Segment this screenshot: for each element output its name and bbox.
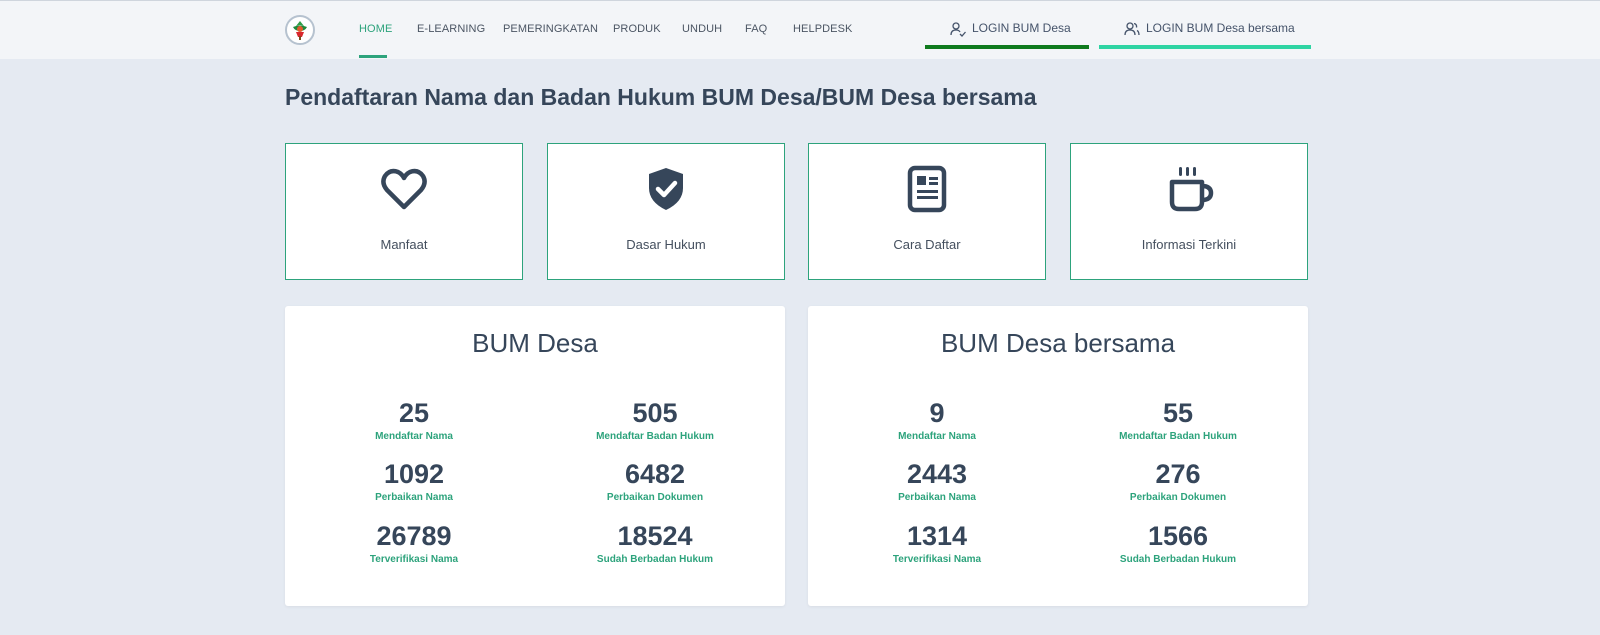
stat-label: Mendaftar Nama — [898, 431, 976, 442]
feature-card-manfaat[interactable]: Manfaat — [285, 143, 523, 280]
feature-label: Informasi Terkini — [1141, 237, 1237, 252]
users-icon — [1124, 22, 1140, 36]
login-bum-desa-bersama-bar — [1099, 45, 1311, 49]
stat-value: 1314 — [906, 521, 968, 551]
stat-terverifikasi-nama: 1314 Terverifikasi Nama — [837, 521, 1037, 565]
stat-value: 18524 — [617, 521, 693, 551]
stat-value: 1566 — [1147, 521, 1209, 551]
coffee-cup-icon — [1169, 167, 1214, 212]
stat-label: Perbaikan Dokumen — [1129, 492, 1227, 503]
heart-icon — [381, 168, 427, 210]
nav-helpdesk[interactable]: HELPDESK — [793, 23, 853, 35]
stat-label: Terverifikasi Nama — [892, 554, 982, 565]
login-bum-desa-bar — [925, 45, 1089, 49]
stat-perbaikan-dokumen: 276 Perbaikan Dokumen — [1078, 459, 1278, 503]
feature-card-cara-daftar[interactable]: Cara Daftar — [808, 143, 1046, 280]
stat-mendaftar-nama: 25 Mendaftar Nama — [314, 398, 514, 442]
stat-value: 276 — [1155, 459, 1201, 489]
nav-pemeringkatan[interactable]: PEMERINGKATAN — [503, 23, 598, 35]
stat-mendaftar-nama: 9 Mendaftar Nama — [837, 398, 1037, 442]
stat-label: Terverifikasi Nama — [369, 554, 459, 565]
page-title: Pendaftaran Nama dan Badan Hukum BUM Des… — [285, 84, 1037, 110]
login-bum-desa-label: LOGIN BUM Desa — [972, 21, 1071, 35]
stat-value: 9 — [929, 398, 945, 428]
nav-unduh[interactable]: UNDUH — [682, 23, 722, 35]
logo-emblem-icon — [288, 18, 312, 42]
stat-mendaftar-badan-hukum: 505 Mendaftar Badan Hukum — [555, 398, 755, 442]
panel-title: BUM Desa — [472, 328, 598, 358]
stat-value: 1092 — [383, 459, 445, 489]
stat-sudah-berbadan-hukum: 1566 Sudah Berbadan Hukum — [1078, 521, 1278, 565]
nav-produk[interactable]: PRODUK — [613, 23, 661, 35]
stat-value: 55 — [1162, 398, 1194, 428]
stat-terverifikasi-nama: 26789 Terverifikasi Nama — [314, 521, 514, 565]
stat-label: Sudah Berbadan Hukum — [1119, 554, 1237, 565]
feature-card-informasi-terkini[interactable]: Informasi Terkini — [1070, 143, 1308, 280]
stat-mendaftar-badan-hukum: 55 Mendaftar Badan Hukum — [1078, 398, 1278, 442]
stat-value: 505 — [632, 398, 678, 428]
login-bum-desa-bersama-button[interactable]: LOGIN BUM Desa bersama — [1099, 13, 1311, 49]
logo[interactable] — [285, 15, 315, 45]
stat-label: Perbaikan Nama — [898, 492, 976, 503]
stat-value: 2443 — [906, 459, 968, 489]
login-bum-desa-bersama-label: LOGIN BUM Desa bersama — [1146, 21, 1295, 35]
stat-label: Perbaikan Nama — [375, 492, 453, 503]
login-bum-desa-button[interactable]: LOGIN BUM Desa — [925, 13, 1089, 49]
panel-title: BUM Desa bersama — [940, 328, 1176, 358]
nav-e-learning[interactable]: E-LEARNING — [417, 23, 485, 35]
document-icon — [907, 165, 947, 213]
stat-perbaikan-nama: 1092 Perbaikan Nama — [314, 459, 514, 503]
stat-value: 25 — [398, 398, 430, 428]
feature-label: Dasar Hukum — [626, 237, 706, 252]
stat-value: 26789 — [376, 521, 452, 551]
top-navbar: HOME E-LEARNING PEMERINGKATAN PRODUK UND… — [0, 0, 1600, 59]
stat-perbaikan-nama: 2443 Perbaikan Nama — [837, 459, 1037, 503]
feature-label: Cara Daftar — [893, 237, 961, 252]
nav-home[interactable]: HOME — [359, 23, 392, 35]
panel-bum-desa-bersama: BUM Desa bersama 9 Mendaftar Nama 55 Men… — [808, 306, 1308, 606]
shield-check-icon — [649, 168, 683, 210]
nav-faq[interactable]: FAQ — [745, 23, 767, 35]
stat-label: Mendaftar Badan Hukum — [596, 431, 714, 442]
stat-value: 6482 — [624, 459, 686, 489]
stat-label: Sudah Berbadan Hukum — [596, 554, 714, 565]
feature-label: Manfaat — [380, 237, 428, 252]
stat-label: Mendaftar Nama — [375, 431, 453, 442]
stat-label: Mendaftar Badan Hukum — [1119, 431, 1237, 442]
stat-perbaikan-dokumen: 6482 Perbaikan Dokumen — [555, 459, 755, 503]
panel-bum-desa: BUM Desa 25 Mendaftar Nama 505 Mendaftar… — [285, 306, 785, 606]
active-nav-indicator — [359, 55, 387, 58]
stat-sudah-berbadan-hukum: 18524 Sudah Berbadan Hukum — [555, 521, 755, 565]
user-check-icon — [950, 22, 966, 37]
stat-label: Perbaikan Dokumen — [606, 492, 704, 503]
feature-card-dasar-hukum[interactable]: Dasar Hukum — [547, 143, 785, 280]
